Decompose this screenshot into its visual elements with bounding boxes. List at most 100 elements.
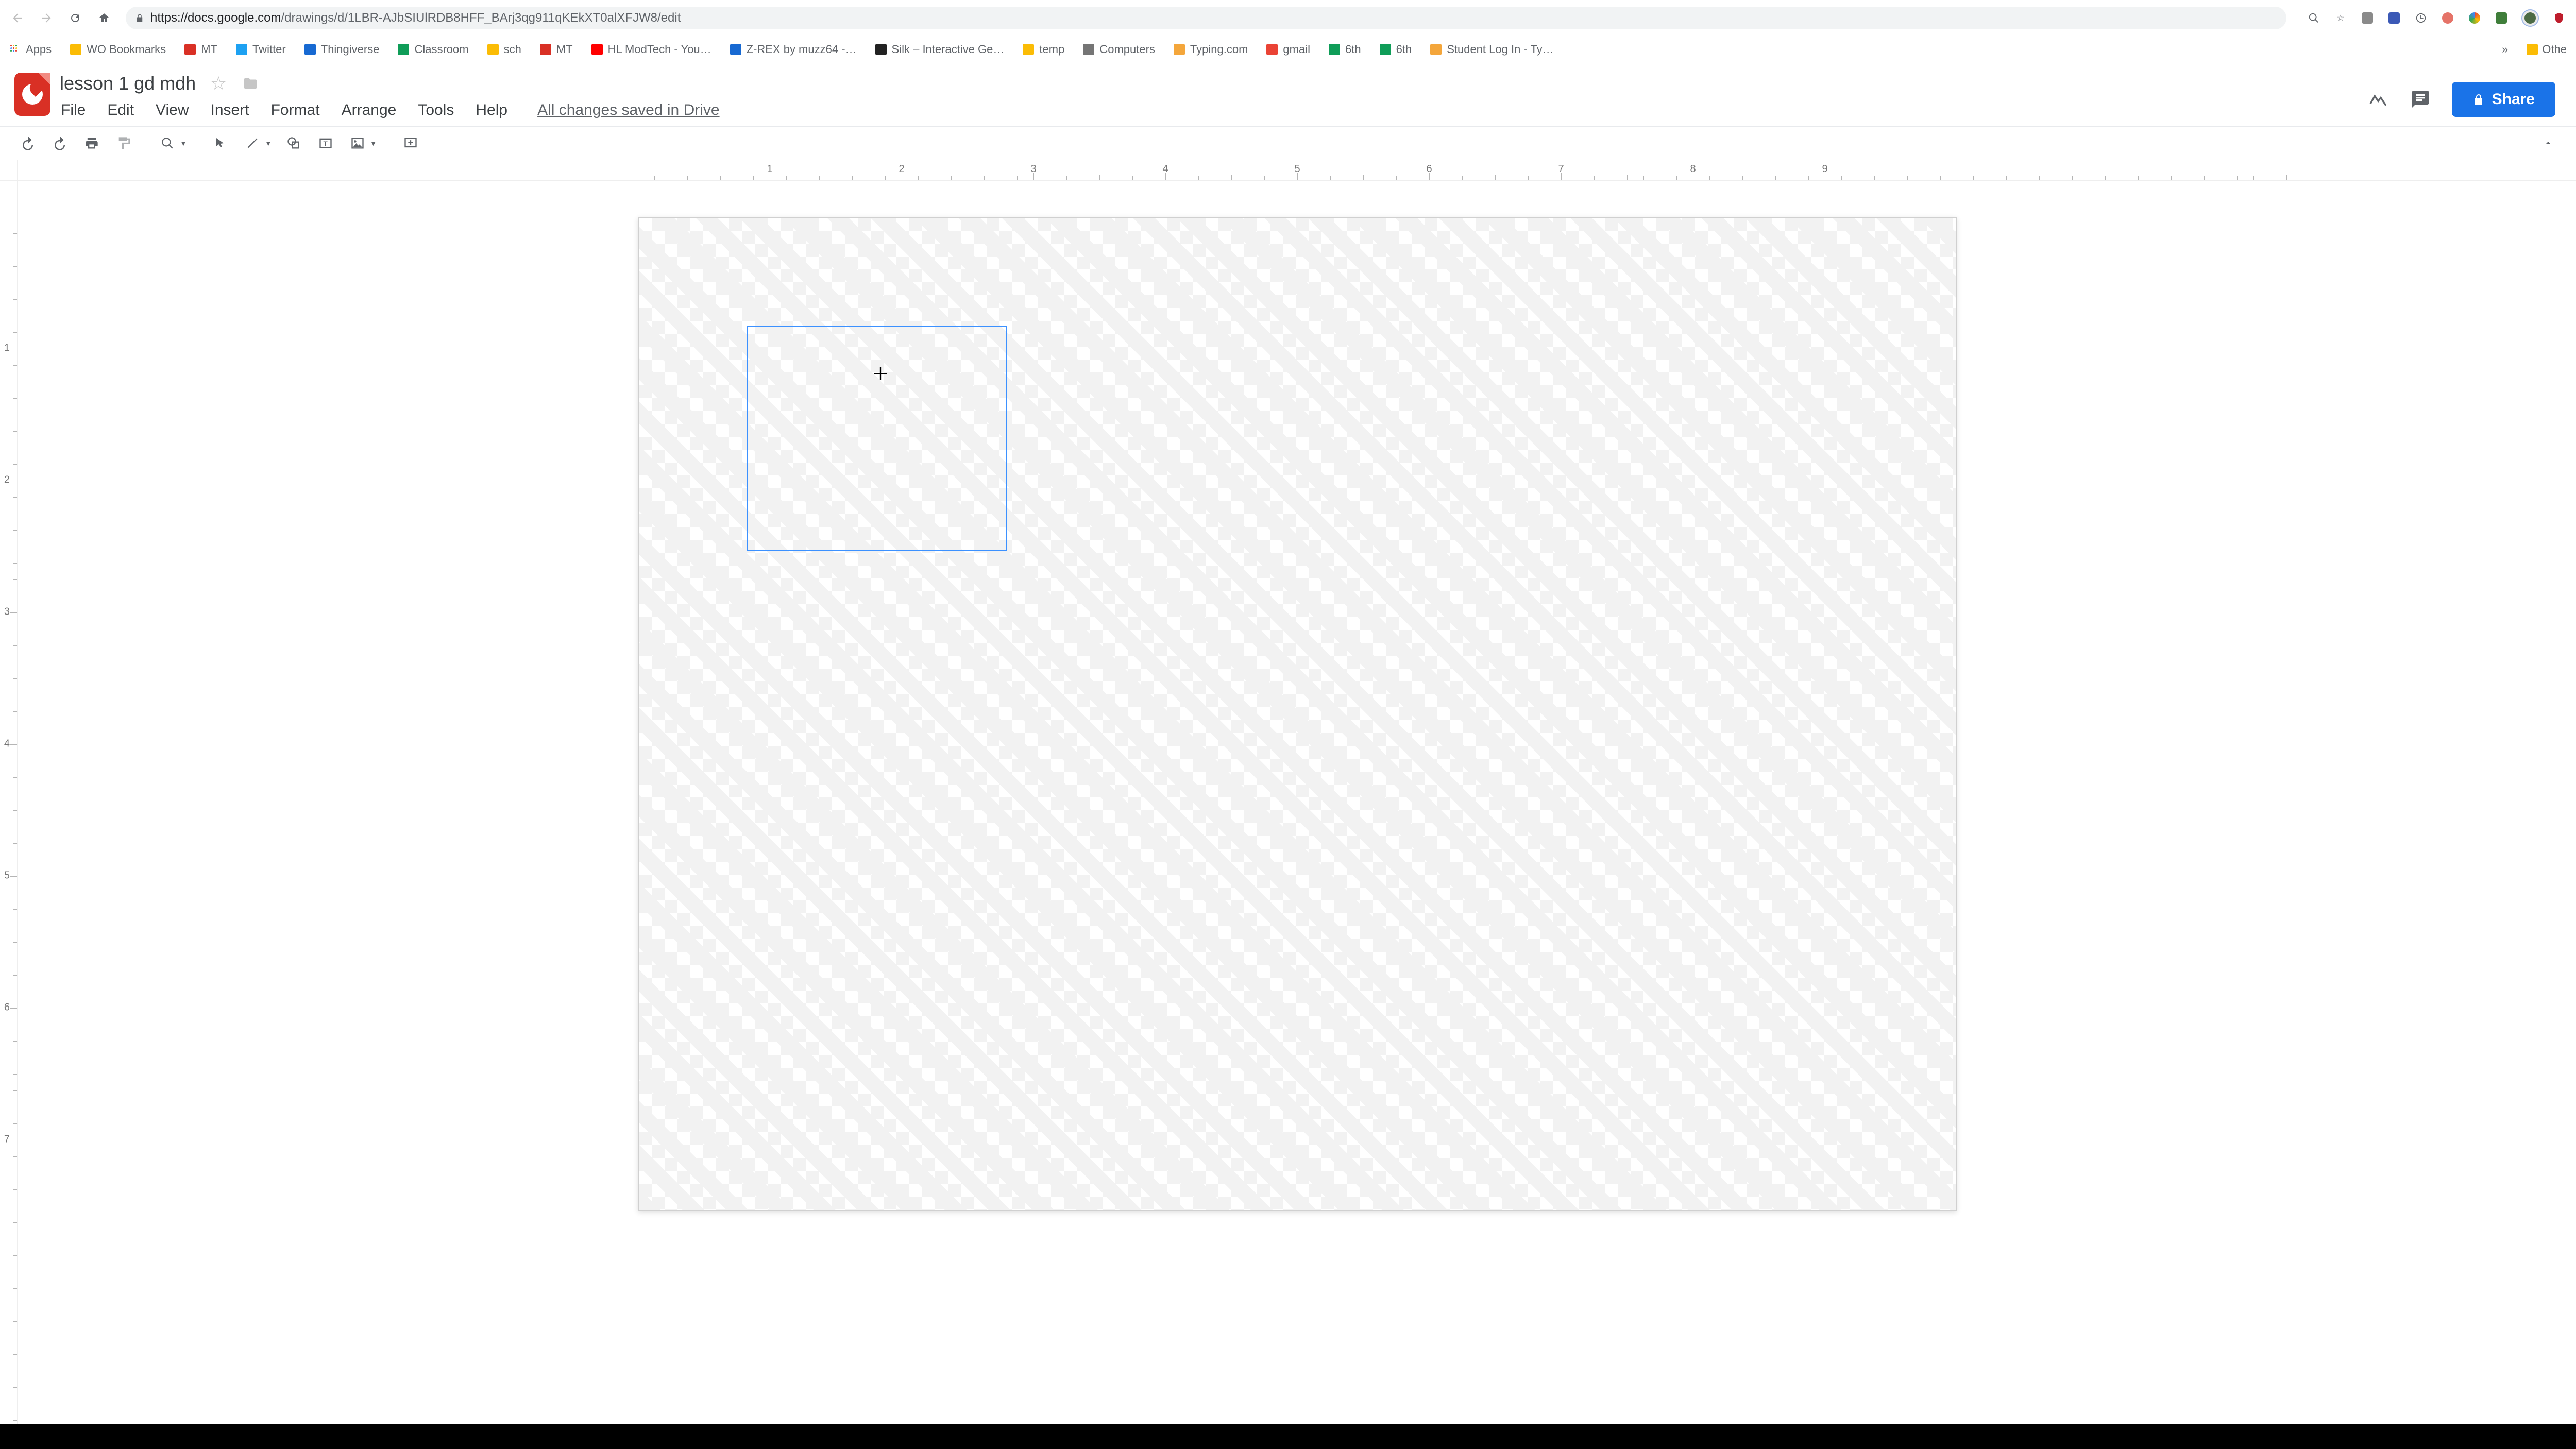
toolbar: ▼ ▼ T ▼ [0, 126, 2576, 160]
ext-icon-3[interactable] [2414, 11, 2428, 25]
drawing-page[interactable]: ＋ [638, 217, 1957, 1211]
bookmark-label: Z-REX by muzz64 -… [747, 43, 857, 56]
bookmark-label: Silk – Interactive Ge… [892, 43, 1005, 56]
menu-edit[interactable]: Edit [106, 99, 135, 121]
menu-arrange[interactable]: Arrange [341, 99, 398, 121]
textbox-tool[interactable]: T [315, 133, 336, 154]
h-ruler-label: 1 [767, 163, 772, 175]
address-url: https://docs.google.com/drawings/d/1LBR-… [150, 11, 2277, 25]
lock-icon [135, 13, 144, 23]
ruler-corner [0, 160, 18, 181]
drawings-app-icon[interactable] [14, 73, 50, 116]
h-ruler-label: 6 [1426, 163, 1432, 175]
menu-insert[interactable]: Insert [210, 99, 250, 121]
bookmark-favicon [398, 44, 409, 55]
bookmark-item[interactable]: Silk – Interactive Ge… [875, 43, 1005, 56]
other-bookmarks[interactable]: Othe [2527, 43, 2567, 56]
ext-icon-6[interactable] [2495, 11, 2508, 25]
bookmark-item[interactable]: Apps [9, 43, 52, 56]
print-button[interactable] [81, 133, 102, 154]
image-tool[interactable]: ▼ [347, 133, 377, 154]
shape-tool[interactable] [283, 133, 304, 154]
ext-icon-2[interactable] [2387, 11, 2401, 25]
bookmark-favicon [184, 44, 196, 55]
move-folder-icon[interactable] [241, 74, 260, 93]
bookmark-item[interactable]: Student Log In - Ty… [1430, 43, 1554, 56]
bookmark-label: Computers [1099, 43, 1155, 56]
collapse-toolbar-button[interactable] [2538, 133, 2558, 154]
ext-icon-shield[interactable] [2552, 11, 2566, 25]
bookmark-favicon [304, 44, 316, 55]
svg-text:T: T [323, 140, 328, 148]
profile-avatar[interactable] [2521, 9, 2539, 27]
undo-button[interactable] [18, 133, 38, 154]
menu-file[interactable]: File [60, 99, 87, 121]
h-ruler-label: 4 [1162, 163, 1168, 175]
save-status[interactable]: All changes saved in Drive [537, 101, 720, 119]
bookmark-item[interactable]: MT [540, 43, 573, 56]
zoom-dropdown[interactable]: ▼ [157, 133, 187, 154]
bookmark-star-icon[interactable]: ☆ [2334, 11, 2347, 25]
bookmark-item[interactable]: 6th [1380, 43, 1412, 56]
ext-icon-4[interactable] [2441, 11, 2454, 25]
bookmark-item[interactable]: Typing.com [1174, 43, 1248, 56]
bottom-black-bar [0, 1424, 2576, 1449]
menu-help[interactable]: Help [474, 99, 509, 121]
bookmark-label: MT [556, 43, 573, 56]
back-button[interactable] [10, 11, 25, 25]
line-tool[interactable]: ▼ [242, 133, 272, 154]
bookmark-item[interactable]: Twitter [236, 43, 286, 56]
activity-icon[interactable] [2367, 89, 2389, 110]
document-area: 123456789 1234567 ＋ [0, 160, 2576, 1424]
bookmark-item[interactable]: Classroom [398, 43, 468, 56]
browser-nav-row: https://docs.google.com/drawings/d/1LBR-… [0, 0, 2576, 36]
select-tool[interactable] [210, 133, 231, 154]
menu-tools[interactable]: Tools [417, 99, 455, 121]
forward-button[interactable] [39, 11, 54, 25]
vertical-ruler[interactable]: 1234567 [0, 181, 18, 1424]
bookmark-favicon [1380, 44, 1391, 55]
star-icon[interactable]: ☆ [209, 74, 228, 93]
v-ruler-label: 1 [4, 342, 10, 354]
bookmark-item[interactable]: sch [487, 43, 521, 56]
v-ruler-label: 6 [4, 1001, 10, 1013]
bookmark-label: Student Log In - Ty… [1447, 43, 1554, 56]
paint-format-button[interactable] [113, 133, 134, 154]
menu-view[interactable]: View [155, 99, 190, 121]
address-bar[interactable]: https://docs.google.com/drawings/d/1LBR-… [126, 7, 2286, 29]
menu-format[interactable]: Format [270, 99, 321, 121]
bookmark-item[interactable]: Computers [1083, 43, 1155, 56]
bookmark-item[interactable]: Z-REX by muzz64 -… [730, 43, 857, 56]
bookmark-item[interactable]: HL ModTech - You… [591, 43, 711, 56]
h-ruler-label: 3 [1030, 163, 1036, 175]
bookmark-item[interactable]: MT [184, 43, 217, 56]
ext-icon-1[interactable] [2361, 11, 2374, 25]
share-button[interactable]: Share [2452, 82, 2555, 117]
bookmark-item[interactable]: WO Bookmarks [70, 43, 166, 56]
bookmark-favicon [487, 44, 499, 55]
menu-bar: File Edit View Insert Format Arrange Tools Help… [60, 97, 2358, 126]
bookmarks-overflow[interactable]: » [2502, 43, 2508, 56]
reload-button[interactable] [68, 12, 82, 24]
horizontal-ruler[interactable]: 123456789 [18, 160, 2576, 181]
bookmark-item[interactable]: 6th [1329, 43, 1361, 56]
ext-icon-5[interactable] [2468, 11, 2481, 25]
comments-icon[interactable] [2410, 89, 2431, 110]
bookmark-label: Apps [26, 43, 52, 56]
bookmark-item[interactable]: Thingiverse [304, 43, 380, 56]
home-button[interactable] [97, 12, 111, 24]
bookmark-item[interactable]: temp [1023, 43, 1064, 56]
v-ruler-label: 2 [4, 474, 10, 486]
insert-comment-tool[interactable] [400, 133, 421, 154]
canvas-area[interactable]: ＋ [18, 181, 2576, 1424]
h-ruler-label: 8 [1690, 163, 1696, 175]
browser-chrome: https://docs.google.com/drawings/d/1LBR-… [0, 0, 2576, 63]
h-ruler-label: 5 [1294, 163, 1300, 175]
redo-button[interactable] [49, 133, 70, 154]
bookmark-item[interactable]: gmail [1266, 43, 1310, 56]
bookmark-label: Typing.com [1190, 43, 1248, 56]
document-title[interactable]: lesson 1 gd mdh [60, 73, 196, 94]
bookmark-label: Twitter [252, 43, 286, 56]
zoom-icon [157, 133, 178, 154]
zoom-search-icon[interactable] [2307, 11, 2320, 25]
